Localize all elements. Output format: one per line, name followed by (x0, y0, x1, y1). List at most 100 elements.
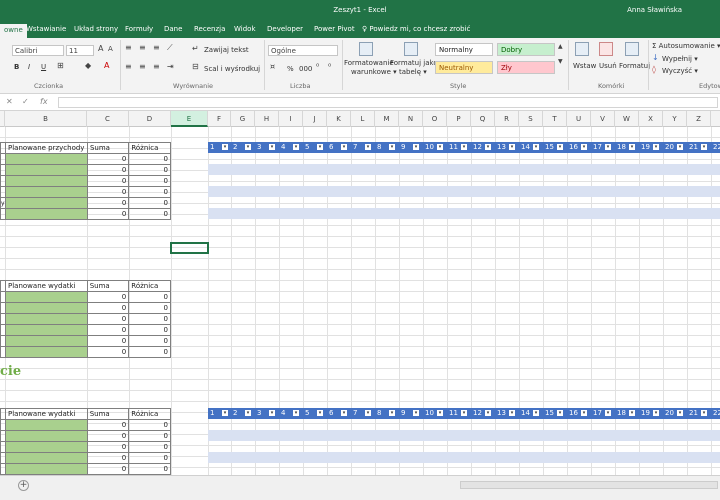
filter-dropdown-icon[interactable]: ▾ (605, 144, 611, 150)
decrease-decimal-icon[interactable]: ⁰ (328, 62, 331, 71)
day-header-cell[interactable]: 3 (257, 142, 261, 153)
table-cell[interactable] (5, 452, 88, 464)
column-header-Y[interactable]: Y (663, 111, 687, 127)
day-header-cell[interactable]: 5 (305, 142, 309, 153)
day-header-cell[interactable]: 14 (521, 408, 530, 419)
filter-dropdown-icon[interactable]: ▾ (222, 144, 228, 150)
day-header-cell[interactable]: 14 (521, 142, 530, 153)
table-header[interactable]: Suma (86, 280, 130, 292)
table-cell[interactable]: 0 (86, 452, 130, 464)
align-top-icon[interactable]: ≡ (125, 43, 132, 52)
tab-power-pivot[interactable]: Power Pivot (314, 25, 355, 33)
table-header[interactable]: Planowane wydatki (5, 408, 88, 420)
column-header-M[interactable]: M (375, 111, 399, 127)
table-cell[interactable]: 0 (128, 463, 171, 475)
day-header-cell[interactable]: 15 (545, 408, 554, 419)
day-header-cell[interactable]: 7 (353, 408, 357, 419)
style-good[interactable]: Dobry (497, 43, 555, 56)
column-header-R[interactable]: R (495, 111, 519, 127)
table-cell[interactable]: 0 (86, 463, 130, 475)
user-name[interactable]: Anna Sławińska (627, 6, 682, 14)
table-cell[interactable] (5, 197, 88, 209)
filter-dropdown-icon[interactable]: ▾ (701, 410, 707, 416)
filter-dropdown-icon[interactable]: ▾ (389, 410, 395, 416)
day-header-cell[interactable]: 6 (329, 142, 333, 153)
column-header-T[interactable]: T (543, 111, 567, 127)
filter-dropdown-icon[interactable]: ▾ (509, 410, 515, 416)
table-cell[interactable]: 0 (86, 335, 130, 347)
formula-input[interactable] (58, 97, 718, 108)
day-header-cell[interactable]: 1 (210, 142, 214, 153)
table-cell[interactable] (5, 313, 88, 325)
table-cell[interactable]: 0 (86, 346, 130, 358)
column-header-P[interactable]: P (447, 111, 471, 127)
column-header-U[interactable]: U (567, 111, 591, 127)
day-header-cell[interactable]: 16 (569, 142, 578, 153)
tab-insert[interactable]: Wstawianie (26, 25, 66, 33)
filter-dropdown-icon[interactable]: ▾ (365, 144, 371, 150)
filter-dropdown-icon[interactable]: ▾ (293, 410, 299, 416)
tab-formulas[interactable]: Formuły (125, 25, 153, 33)
delete-cells-icon[interactable] (599, 42, 613, 56)
align-bottom-icon[interactable]: ≡ (153, 43, 160, 52)
indent-icon[interactable]: ⇥ (167, 62, 174, 71)
filter-dropdown-icon[interactable]: ▾ (605, 410, 611, 416)
day-header-cell[interactable]: 11 (449, 142, 458, 153)
table-cell[interactable]: 0 (86, 175, 130, 187)
italic-button[interactable]: I (28, 63, 30, 71)
day-header-cell[interactable]: 11 (449, 408, 458, 419)
day-header-cell[interactable]: 9 (401, 142, 405, 153)
filter-dropdown-icon[interactable]: ▾ (437, 410, 443, 416)
day-header-cell[interactable]: 8 (377, 142, 381, 153)
tab-home[interactable]: owne (0, 24, 27, 38)
day-header-cell[interactable]: 17 (593, 142, 602, 153)
table-cell[interactable]: 0 (128, 419, 171, 431)
tab-developer[interactable]: Developer (267, 25, 303, 33)
filter-dropdown-icon[interactable]: ▾ (653, 144, 659, 150)
confirm-icon[interactable]: ✓ (22, 97, 29, 106)
styles-scroll-down-icon[interactable]: ▼ (558, 58, 563, 65)
table-cell[interactable]: 0 (128, 208, 171, 220)
day-header-cell[interactable]: 20 (665, 142, 674, 153)
filter-dropdown-icon[interactable]: ▾ (293, 144, 299, 150)
table-cell[interactable] (5, 463, 88, 475)
table-cell[interactable] (5, 175, 88, 187)
table-cell[interactable]: 0 (86, 324, 130, 336)
day-header-cell[interactable]: 17 (593, 408, 602, 419)
filter-dropdown-icon[interactable]: ▾ (509, 144, 515, 150)
table-cell[interactable]: 0 (86, 186, 130, 198)
tell-me-search[interactable]: ♀ Powiedz mi, co chcesz zrobić (362, 25, 470, 33)
table-cell[interactable] (5, 419, 88, 431)
active-cell[interactable] (170, 242, 209, 254)
filter-dropdown-icon[interactable]: ▾ (222, 410, 228, 416)
format-as-table-label2[interactable]: tabelę ▾ (399, 68, 427, 76)
thousands-button[interactable]: 000 (299, 65, 312, 73)
day-header-cell[interactable]: 12 (473, 408, 482, 419)
filter-dropdown-icon[interactable]: ▾ (533, 410, 539, 416)
table-cell[interactable] (5, 346, 88, 358)
table-header[interactable]: Planowane wydatki (5, 280, 88, 292)
number-format-box[interactable]: Ogólne (268, 45, 338, 56)
table-cell[interactable]: 0 (86, 291, 130, 303)
filter-dropdown-icon[interactable]: ▾ (317, 144, 323, 150)
column-header-N[interactable]: N (399, 111, 423, 127)
filter-dropdown-icon[interactable]: ▾ (581, 410, 587, 416)
table-cell[interactable]: 0 (128, 430, 171, 442)
table-cell[interactable]: 0 (128, 186, 171, 198)
insert-cells-icon[interactable] (575, 42, 589, 56)
table-cell[interactable]: 0 (86, 208, 130, 220)
filter-dropdown-icon[interactable]: ▾ (413, 410, 419, 416)
format-as-table-label1[interactable]: Formatuj jako (390, 59, 438, 67)
day-header-cell[interactable]: 3 (257, 408, 261, 419)
align-right-icon[interactable]: ≡ (153, 62, 160, 71)
filter-dropdown-icon[interactable]: ▾ (437, 144, 443, 150)
percent-button[interactable]: % (287, 65, 294, 73)
grow-font-icon[interactable]: A (98, 44, 103, 53)
filter-dropdown-icon[interactable]: ▾ (461, 410, 467, 416)
filter-dropdown-icon[interactable]: ▾ (485, 410, 491, 416)
table-cell[interactable] (5, 164, 88, 176)
column-header-I[interactable]: I (279, 111, 303, 127)
table-cell[interactable]: 0 (128, 324, 171, 336)
filter-dropdown-icon[interactable]: ▾ (653, 410, 659, 416)
column-header-B[interactable]: B (5, 111, 87, 127)
